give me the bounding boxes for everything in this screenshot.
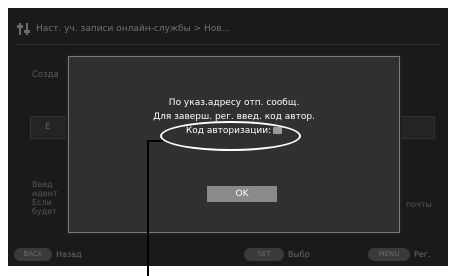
footer-bar: BACK Назад SET Выбр MENU Рег.	[8, 244, 448, 266]
info-text: Введ идент Если будет	[32, 180, 58, 216]
callout-leader-vertical	[147, 140, 149, 276]
info-line: идент	[32, 189, 58, 198]
email-field-prefix: E	[45, 122, 51, 132]
back-button[interactable]: BACK	[14, 248, 52, 261]
title-divider	[16, 44, 440, 45]
info-line: Введ	[32, 180, 53, 189]
tools-icon	[17, 23, 30, 35]
callout-leader-horizontal	[147, 140, 163, 142]
menu-label: Рег.	[414, 250, 431, 259]
ok-button[interactable]: OK	[207, 186, 277, 202]
dialog-message-line-1: По указ.адресу отп. сообщ.	[168, 98, 300, 108]
page-title: Наст. уч. записи онлайн-службы > Нов...	[36, 24, 231, 34]
info-text-right: почты	[406, 200, 432, 209]
create-label: Созда	[32, 70, 59, 80]
set-label: Выбр	[288, 250, 310, 259]
back-label: Назад	[56, 250, 82, 259]
info-line: Если	[32, 198, 52, 207]
callout-ellipse	[160, 121, 301, 151]
info-line: будет	[32, 207, 57, 216]
set-button[interactable]: SET	[244, 248, 284, 261]
menu-button[interactable]: MENU	[368, 248, 410, 261]
